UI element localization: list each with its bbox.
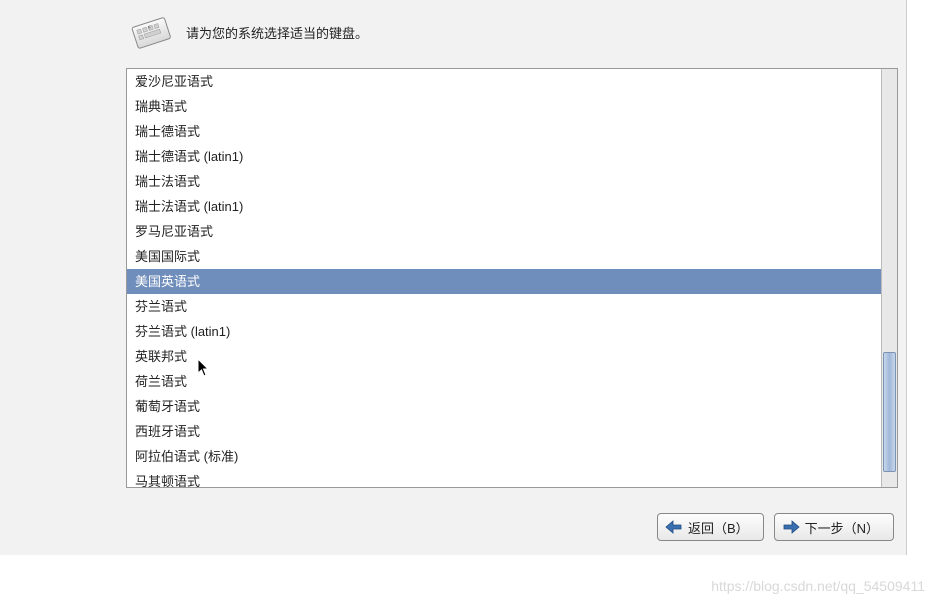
main-panel: F 请为您的系统选择适当的键盘。 爱沙尼亚语式瑞典语式瑞士德语式瑞士德语式 (l… — [0, 0, 907, 555]
list-item[interactable]: 罗马尼亚语式 — [127, 219, 881, 244]
list-item[interactable]: 美国国际式 — [127, 244, 881, 269]
list-item[interactable]: 英联邦式 — [127, 344, 881, 369]
list-item[interactable]: 瑞典语式 — [127, 94, 881, 119]
next-button[interactable]: 下一步（N） — [774, 513, 894, 541]
scrollbar-thumb[interactable] — [883, 352, 896, 472]
list-item[interactable]: 芬兰语式 (latin1) — [127, 319, 881, 344]
next-label: 下一步（N） — [805, 518, 879, 537]
watermark: https://blog.csdn.net/qq_54509411 — [711, 578, 925, 594]
list-item[interactable]: 爱沙尼亚语式 — [127, 69, 881, 94]
list-item[interactable]: 马其顿语式 — [127, 469, 881, 487]
header: F 请为您的系统选择适当的键盘。 — [0, 0, 906, 60]
list-item[interactable]: 阿拉伯语式 (标准) — [127, 444, 881, 469]
list-item[interactable]: 瑞士德语式 (latin1) — [127, 144, 881, 169]
keyboard-icon: F — [128, 12, 174, 52]
list-item[interactable]: 葡萄牙语式 — [127, 394, 881, 419]
list-item[interactable]: 瑞士法语式 — [127, 169, 881, 194]
list-item[interactable]: 西班牙语式 — [127, 419, 881, 444]
list-item[interactable]: 芬兰语式 — [127, 294, 881, 319]
arrow-right-icon — [781, 518, 801, 536]
header-prompt: 请为您的系统选择适当的键盘。 — [186, 23, 368, 42]
arrow-left-icon — [664, 518, 684, 536]
list-item[interactable]: 瑞士法语式 (latin1) — [127, 194, 881, 219]
back-button[interactable]: 返回（B） — [657, 513, 764, 541]
list-item[interactable]: 瑞士德语式 — [127, 119, 881, 144]
back-label: 返回（B） — [688, 518, 749, 537]
nav-button-row: 返回（B） 下一步（N） — [657, 513, 894, 541]
keyboard-list[interactable]: 爱沙尼亚语式瑞典语式瑞士德语式瑞士德语式 (latin1)瑞士法语式瑞士法语式 … — [127, 69, 881, 487]
bottom-area: https://blog.csdn.net/qq_54509411 — [0, 555, 943, 602]
scrollbar[interactable] — [881, 69, 897, 487]
keyboard-list-wrapper: 爱沙尼亚语式瑞典语式瑞士德语式瑞士德语式 (latin1)瑞士法语式瑞士法语式 … — [126, 68, 898, 488]
list-item[interactable]: 荷兰语式 — [127, 369, 881, 394]
list-item[interactable]: 美国英语式 — [127, 269, 881, 294]
